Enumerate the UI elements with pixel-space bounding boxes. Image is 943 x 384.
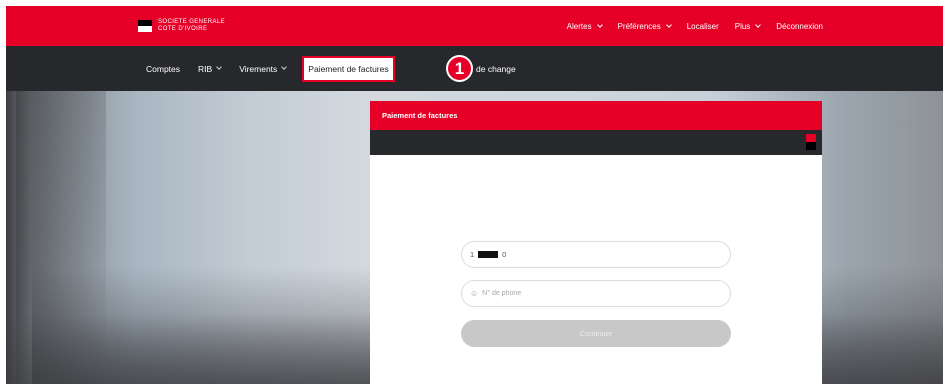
- app-window: SOCIETE GENERALE COTE D'IVOIRE Alertes P…: [6, 6, 943, 384]
- top-nav: Alertes Préférences Localiser Plus Décon…: [567, 6, 823, 46]
- brand-logo[interactable]: SOCIETE GENERALE COTE D'IVOIRE: [138, 19, 225, 32]
- top-nav-label: Plus: [734, 21, 751, 31]
- chevron-down-icon: [596, 21, 603, 28]
- sub-nav-paiement-factures[interactable]: Paiement de factures: [302, 55, 395, 82]
- continue-button[interactable]: Continuer: [461, 320, 731, 347]
- secondary-nav: Comptes RIB Virements Paiement de factur…: [146, 46, 395, 91]
- account-suffix: 0: [502, 250, 507, 259]
- masked-value: [478, 251, 499, 258]
- card-title: Paiement de factures: [382, 111, 458, 120]
- secondary-nav-bar: Comptes RIB Virements Paiement de factur…: [6, 46, 943, 91]
- sub-nav-virements[interactable]: Virements: [239, 63, 288, 74]
- brand-text: SOCIETE GENERALE COTE D'IVOIRE: [158, 19, 225, 32]
- card-header: Paiement de factures: [370, 101, 822, 130]
- chevron-down-icon: [216, 64, 223, 70]
- top-nav-label: Déconnexion: [776, 21, 823, 31]
- phone-placeholder: N° de phone: [482, 290, 522, 297]
- sub-nav-label: RIB: [198, 63, 213, 74]
- top-nav-label: Alertes: [566, 21, 592, 31]
- account-prefix: 1: [470, 250, 475, 259]
- phone-number-field[interactable]: ☺ N° de phone: [461, 280, 731, 307]
- payment-card: Paiement de factures 1 0 ☺ N° de phone C…: [370, 101, 822, 384]
- top-nav-localiser[interactable]: Localiser: [687, 22, 719, 31]
- top-nav-plus[interactable]: Plus: [734, 21, 762, 31]
- chevron-down-icon: [755, 21, 762, 28]
- top-nav-deconnexion[interactable]: Déconnexion: [776, 22, 823, 31]
- sub-nav-label: de change: [476, 63, 516, 74]
- chevron-down-icon: [665, 21, 672, 28]
- brand-mark-icon: [806, 134, 816, 150]
- sub-nav-comptes[interactable]: Comptes: [146, 64, 180, 74]
- sub-nav-label: Virements: [239, 63, 278, 74]
- sub-nav-change[interactable]: de change: [476, 46, 516, 91]
- chevron-down-icon: [281, 64, 288, 70]
- user-icon: ☺: [470, 289, 479, 298]
- sub-nav-label: Comptes: [146, 63, 181, 74]
- step-number-badge: 1: [446, 55, 473, 82]
- brand-mark-icon: [138, 19, 152, 32]
- top-nav-preferences[interactable]: Préférences: [617, 21, 672, 31]
- top-nav-alertes[interactable]: Alertes: [566, 21, 603, 31]
- sub-nav-label: Paiement de factures: [308, 63, 389, 74]
- sub-nav-rib[interactable]: RIB: [198, 63, 223, 74]
- top-nav-label: Préférences: [617, 21, 661, 31]
- top-nav-label: Localiser: [686, 21, 719, 31]
- card-strip: [370, 130, 822, 155]
- brand-line-2: COTE D'IVOIRE: [158, 25, 208, 32]
- account-number-field[interactable]: 1 0: [461, 241, 731, 268]
- brand-line-1: SOCIETE GENERALE: [158, 19, 226, 25]
- top-header: SOCIETE GENERALE COTE D'IVOIRE Alertes P…: [6, 6, 943, 46]
